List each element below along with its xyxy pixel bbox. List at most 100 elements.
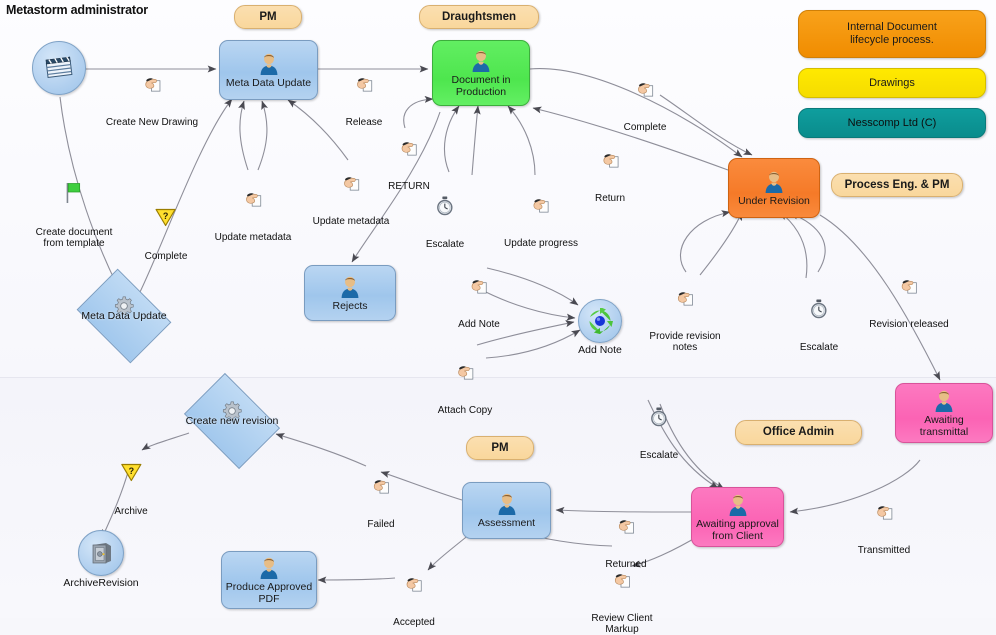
edge-label-text: Return — [594, 193, 626, 204]
role-pill-pm-bottom: PM — [466, 436, 534, 460]
node-archive-revision[interactable]: ArchiveRevision — [63, 530, 139, 589]
node-add-note[interactable]: Add Note — [578, 299, 622, 356]
role-pill-process-eng-pm: Process Eng. & PM — [831, 173, 963, 197]
person-icon — [932, 389, 956, 413]
edge-label-text: Failed — [367, 519, 395, 530]
hand-icon — [595, 140, 625, 181]
edge-label-release: Release — [345, 53, 383, 128]
hand-icon — [624, 69, 667, 110]
node-label: ArchiveRevision — [63, 577, 139, 589]
safe-icon — [88, 540, 114, 566]
role-pill-draughtsmen: Draughtsmen — [419, 5, 539, 29]
edge-label-text: Release — [345, 117, 383, 128]
hand-icon — [388, 128, 430, 169]
hand-icon — [605, 506, 646, 547]
edge-label-text: RETURN — [388, 181, 430, 192]
edge-label-text: Transmitted — [857, 545, 911, 556]
workflow-diagram-canvas: Metastorm administrator Internal Documen… — [0, 0, 996, 635]
role-pill-office-admin: Office Admin — [735, 420, 862, 445]
edge-label-text: Accepted — [393, 617, 435, 628]
edge-label-text: Update progress — [504, 238, 578, 249]
node-label: Awaiting transmittal — [919, 413, 969, 438]
edge-label-text: Escalate — [425, 239, 465, 250]
stopwatch-icon — [426, 185, 464, 227]
yellow-triangle-icon: ? — [114, 452, 147, 494]
hand-icon — [458, 266, 500, 307]
edge-label-text: Escalate — [799, 342, 839, 353]
edge-label-text: Update metadata — [214, 232, 292, 243]
node-label: Meta Data Update — [225, 76, 312, 89]
person-icon — [257, 52, 281, 76]
person-icon — [469, 49, 493, 73]
hand-icon — [346, 64, 383, 105]
edge-label-update-metadata-right: Update metadata — [313, 152, 389, 227]
person-icon — [726, 493, 750, 517]
edge-label-return-upper: Return — [595, 129, 625, 204]
legend-label: Nesscomp Ltd (C) — [847, 116, 937, 129]
edge-label-provide-revision-notes: Provide revision notes — [649, 267, 721, 353]
role-label: Office Admin — [762, 426, 835, 438]
edge-label-create-new-drawing: Create New Drawing — [106, 53, 198, 128]
node-create-new-revision[interactable]: Create new revision — [183, 372, 281, 470]
legend-drawings: Drawings — [798, 68, 986, 98]
person-icon — [762, 170, 786, 194]
person-icon — [257, 556, 281, 580]
node-produce-approved-pdf[interactable]: Produce Approved PDF — [221, 551, 317, 609]
edge-label-create-document-from-template: Create document from template — [35, 160, 113, 249]
edge-label-archive: ? Archive — [114, 441, 148, 517]
swimlane-divider — [0, 377, 996, 378]
role-label: Draughtsmen — [441, 10, 517, 23]
legend-label: Internal Document lifecycle process. — [847, 21, 937, 46]
hand-icon — [858, 492, 910, 533]
node-start-drawing[interactable] — [32, 41, 86, 95]
edge-label-text: Add Note — [458, 319, 500, 330]
svg-text:?: ? — [163, 211, 169, 221]
node-label: Assessment — [477, 517, 536, 529]
node-label: Rejects — [332, 299, 368, 312]
edge-label-complete-flag: ? Complete — [144, 186, 188, 262]
stopwatch-icon — [640, 396, 678, 438]
node-awaiting-transmittal[interactable]: Awaiting transmittal — [895, 383, 993, 443]
edge-label-escalate-revision: Escalate — [800, 277, 838, 353]
edge-label-text: Review Client Markup — [591, 613, 653, 635]
edge-label-accepted: Accepted — [393, 553, 435, 628]
node-assessment[interactable]: Assessment — [462, 482, 551, 539]
role-label: PM — [259, 10, 277, 23]
node-document-in-production[interactable]: Document in Production — [432, 40, 530, 106]
hand-icon — [215, 179, 292, 220]
node-awaiting-approval-from-client[interactable]: Awaiting approval from Client — [691, 487, 784, 547]
edge-label-text: Complete — [623, 122, 667, 133]
hand-icon — [393, 564, 435, 605]
edge-label-text: Complete — [144, 251, 188, 262]
person-icon — [495, 492, 519, 516]
node-under-revision[interactable]: Under Revision — [728, 158, 820, 218]
green-flag-icon — [36, 171, 113, 215]
edge-label-text: Archive — [114, 506, 148, 517]
hand-icon — [106, 64, 198, 105]
edge-label-text: Escalate — [639, 450, 679, 461]
edge-label-text: Provide revision notes — [649, 331, 721, 353]
hand-icon — [591, 560, 652, 601]
edge-label-text: Create document from template — [35, 227, 113, 249]
edge-label-add-note-edge: Add Note — [458, 255, 500, 330]
edge-label-transmitted: Transmitted — [858, 481, 910, 556]
node-label: Add Note — [578, 344, 622, 356]
legend-label: Drawings — [869, 76, 915, 89]
yellow-triangle-icon: ? — [145, 197, 188, 239]
edge-label-failed: Failed — [367, 455, 395, 530]
edge-label-text: Create New Drawing — [105, 117, 199, 128]
node-label: Produce Approved PDF — [225, 580, 313, 605]
edge-label-complete-top: Complete — [623, 58, 667, 133]
edge-label-review-client-markup: Review Client Markup — [591, 549, 653, 635]
node-rejects[interactable]: Rejects — [304, 265, 396, 321]
hand-icon — [869, 266, 949, 307]
node-label: Under Revision — [738, 194, 810, 207]
svg-text:?: ? — [128, 466, 134, 476]
hand-icon — [367, 466, 394, 507]
role-label: Process Eng. & PM — [844, 178, 950, 191]
node-meta-data-update-sub[interactable]: Meta Data Update — [76, 268, 172, 364]
node-label: Document in Production — [451, 73, 511, 98]
node-meta-data-update[interactable]: Meta Data Update — [219, 40, 318, 100]
hand-icon — [504, 185, 578, 226]
legend-nesscomp-ltd: Nesscomp Ltd (C) — [798, 108, 986, 138]
